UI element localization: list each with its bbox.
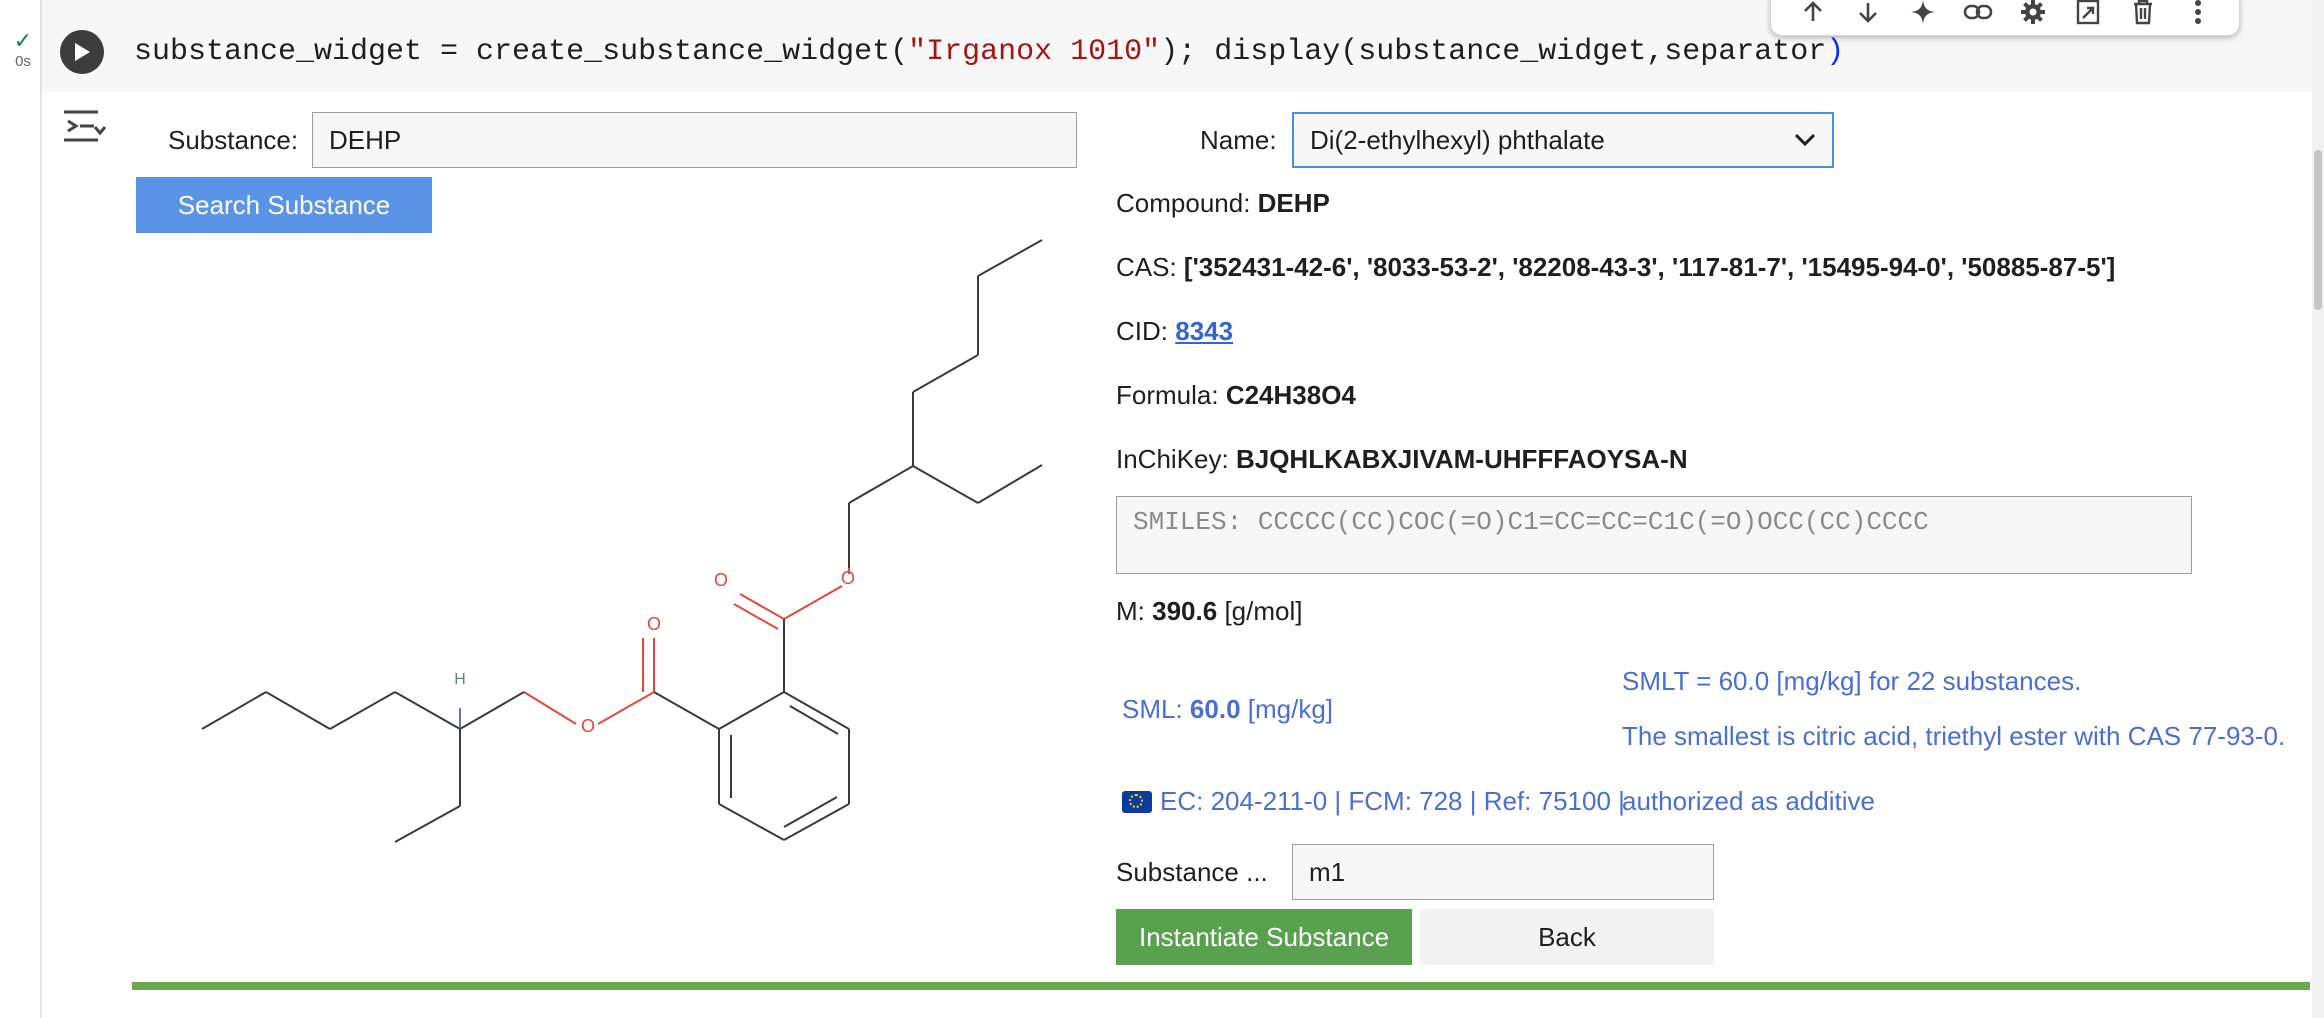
- output-actions-icon: [64, 110, 107, 142]
- cell-status: ✓ 0s: [8, 30, 38, 71]
- atom-label-o: O: [841, 568, 855, 588]
- molecule-bonds: [201, 239, 1043, 843]
- compound-value: DEHP: [1257, 188, 1330, 218]
- cas-label: CAS:: [1116, 252, 1177, 282]
- formula-label: Formula:: [1116, 380, 1219, 410]
- success-check-icon: ✓: [13, 28, 33, 53]
- cell-left-border: [40, 0, 42, 1018]
- code-part-1: substance_widget = create_substance_widg…: [134, 35, 909, 69]
- separator-bar: [132, 982, 2310, 990]
- back-button[interactable]: Back: [1420, 909, 1714, 965]
- molar-mass-label: M:: [1116, 596, 1145, 626]
- code-paren: ): [1826, 35, 1845, 69]
- settings-button[interactable]: [2013, 0, 2053, 32]
- link-icon: [1963, 4, 1992, 20]
- inchikey-label: InChiKey:: [1116, 444, 1229, 474]
- more-vert-icon: [2194, 0, 2201, 24]
- authorization-text: authorized as additive: [1622, 786, 1875, 816]
- cid-link[interactable]: 8343: [1175, 316, 1233, 346]
- cid-row: CID: 8343: [1116, 315, 1233, 347]
- search-substance-button[interactable]: Search Substance: [136, 177, 432, 233]
- run-cell-button[interactable]: [60, 30, 104, 74]
- move-up-button[interactable]: [1793, 0, 1833, 32]
- trash-icon: [2133, 0, 2152, 25]
- code-text[interactable]: substance_widget = create_substance_widg…: [134, 32, 1844, 72]
- inchikey-row: InChiKey: BJQHLKABXJIVAM-UHFFFAOYSA-N: [1116, 443, 1688, 475]
- formula-value: C24H38O4: [1225, 380, 1356, 410]
- code-string: "Irganox 1010": [908, 35, 1161, 69]
- name-selected-value: Di(2-ethylhexyl) phthalate: [1310, 124, 1605, 155]
- move-down-button[interactable]: [1848, 0, 1888, 32]
- substance-input[interactable]: [312, 112, 1077, 168]
- molar-mass-value: 390.6: [1152, 596, 1218, 626]
- instantiate-substance-button[interactable]: Instantiate Substance: [1116, 909, 1412, 965]
- atom-label-o: O: [647, 614, 661, 634]
- cas-row: CAS: ['352431-42-6', '8033-53-2', '82208…: [1116, 251, 2115, 283]
- atom-label-h: H: [454, 671, 466, 688]
- mirror-cell-button[interactable]: [2068, 0, 2108, 32]
- compound-row: Compound: DEHP: [1116, 187, 1330, 219]
- molecule-structure: O O O O H: [201, 239, 1043, 843]
- scrollbar-thumb[interactable]: [2314, 150, 2322, 310]
- name-label: Name:: [1200, 125, 1277, 155]
- smallest-substance-text: The smallest is citric acid, triethyl es…: [1622, 721, 2286, 751]
- gear-icon: [2020, 0, 2045, 24]
- cell-toolbar: [1770, 0, 2240, 36]
- chevron-down-icon: [1794, 133, 1816, 147]
- mirror-cell-icon: [2076, 0, 2099, 25]
- smlt-text: SMLT = 60.0 [mg/kg] for 22 substances.: [1622, 666, 2082, 696]
- sml-label: SML:: [1122, 694, 1183, 724]
- arrow-down-icon: [1858, 3, 1877, 23]
- cid-label: CID:: [1116, 316, 1168, 346]
- play-icon: [75, 43, 90, 61]
- copy-link-button[interactable]: [1958, 0, 1998, 32]
- compound-label: Compound:: [1116, 188, 1251, 218]
- inchikey-value: BJQHLKABXJIVAM-UHFFFAOYSA-N: [1235, 444, 1688, 474]
- name-dropdown[interactable]: Di(2-ethylhexyl) phthalate: [1292, 112, 1834, 168]
- more-actions-button[interactable]: [2178, 0, 2218, 32]
- molar-mass-row: M: 390.6 [g/mol]: [1116, 595, 1302, 627]
- execution-time: 0s: [15, 53, 31, 70]
- substance-label: Substance:: [168, 125, 299, 155]
- gemini-button[interactable]: [1903, 0, 1943, 32]
- formula-row: Formula: C24H38O4: [1116, 379, 1356, 411]
- instance-label: Substance ...: [1116, 857, 1268, 887]
- cas-value: ['352431-42-6', '8033-53-2', '82208-43-3…: [1183, 252, 2116, 282]
- code-part-2: ); display(substance_widget,separator: [1160, 35, 1827, 69]
- instance-name-input[interactable]: [1292, 844, 1714, 900]
- sml-value: 60.0: [1189, 694, 1241, 724]
- sml-unit: [mg/kg]: [1247, 694, 1334, 724]
- sml-row: SML: 60.0 [mg/kg]: [1122, 693, 1333, 725]
- output-actions-button[interactable]: [62, 108, 107, 144]
- ec-text: EC: 204-211-0 | FCM: 728 | Ref: 75100 |: [1160, 786, 1625, 816]
- atom-label-o: O: [714, 570, 728, 590]
- arrow-up-icon: [1803, 1, 1822, 21]
- delete-cell-button[interactable]: [2123, 0, 2163, 32]
- ec-row: EC: 204-211-0 | FCM: 728 | Ref: 75100 |: [1122, 785, 1625, 817]
- molar-mass-unit: [g/mol]: [1224, 596, 1303, 626]
- eu-flag-icon: [1122, 791, 1152, 813]
- sparkle-icon: [1910, 0, 1935, 24]
- smiles-field[interactable]: SMILES: CCCCC(CC)COC(=O)C1=CC=CC=C1C(=O)…: [1116, 496, 2192, 574]
- atom-label-o: O: [581, 716, 595, 736]
